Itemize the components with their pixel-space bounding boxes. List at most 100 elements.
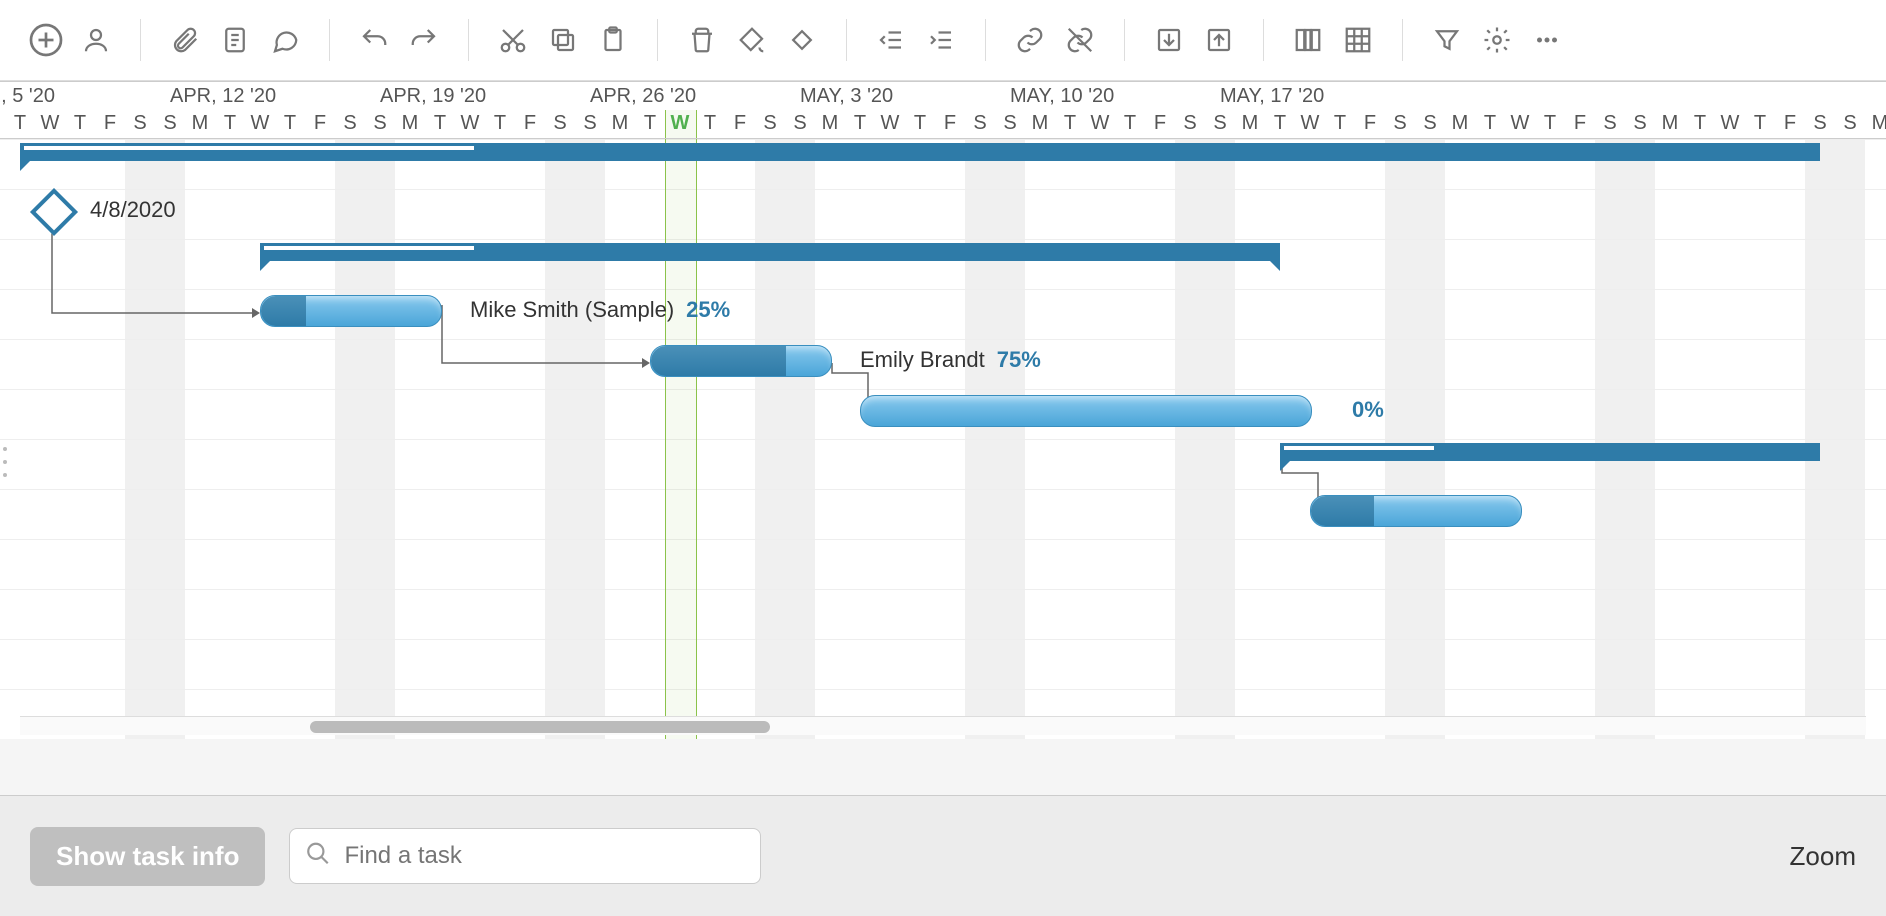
day-label: S (1805, 112, 1835, 135)
footer-bar: Show task info Zoom (0, 795, 1886, 916)
assign-button[interactable] (74, 18, 118, 62)
milestone-label: 4/8/2020 (90, 197, 176, 223)
day-label: S (965, 112, 995, 135)
week-label: APR, 12 '20 (170, 85, 276, 108)
paint-button[interactable] (730, 18, 774, 62)
outdent-button[interactable] (869, 18, 913, 62)
horizontal-scrollbar[interactable] (20, 716, 1866, 735)
week-label: APR, 5 '20 (0, 85, 55, 108)
day-label: S (1205, 112, 1235, 135)
day-label: T (1055, 112, 1085, 135)
copy-button[interactable] (541, 18, 585, 62)
import-button[interactable] (1147, 18, 1191, 62)
day-label: M (1445, 112, 1475, 135)
columns-button[interactable] (1286, 18, 1330, 62)
day-label: T (425, 112, 455, 135)
gantt-chart: APR, 5 '20 APR, 12 '20 APR, 19 '20 APR, 26 … (0, 81, 1886, 739)
indent-button[interactable] (919, 18, 963, 62)
unlink-button[interactable] (1058, 18, 1102, 62)
filter-button[interactable] (1425, 18, 1469, 62)
day-label: S (1385, 112, 1415, 135)
separator (1263, 19, 1264, 61)
day-label: T (275, 112, 305, 135)
day-label: M (1235, 112, 1265, 135)
week-label: MAY, 17 '20 (1220, 85, 1324, 108)
search-icon (305, 841, 331, 872)
day-label: M (1025, 112, 1055, 135)
gantt-row: 0% (0, 389, 1886, 439)
gantt-row (0, 489, 1886, 539)
more-button[interactable] (1525, 18, 1569, 62)
day-label: F (725, 112, 755, 135)
day-label: T (1685, 112, 1715, 135)
comment-button[interactable] (263, 18, 307, 62)
week-label: APR, 26 '20 (590, 85, 696, 108)
redo-button[interactable] (402, 18, 446, 62)
paste-button[interactable] (591, 18, 635, 62)
day-label: T (1745, 112, 1775, 135)
week-label: MAY, 10 '20 (1010, 85, 1114, 108)
separator (468, 19, 469, 61)
gantt-row (0, 239, 1886, 289)
gantt-body[interactable]: 4/8/2020 Mike Smith (Sample)25%Emily Bran… (0, 139, 1886, 739)
note-button[interactable] (213, 18, 257, 62)
gantt-row: Mike Smith (Sample)25% (0, 289, 1886, 339)
day-label: S (755, 112, 785, 135)
day-label: S (785, 112, 815, 135)
day-label: T (1265, 112, 1295, 135)
day-label: S (1835, 112, 1865, 135)
summary-bar[interactable] (260, 243, 1280, 261)
day-label: T (485, 112, 515, 135)
day-label: W (455, 112, 485, 135)
day-label: S (365, 112, 395, 135)
cut-button[interactable] (491, 18, 535, 62)
separator (985, 19, 986, 61)
bars-layer: 4/8/2020 Mike Smith (Sample)25%Emily Bran… (0, 139, 1886, 739)
day-label: F (305, 112, 335, 135)
week-label: APR, 19 '20 (380, 85, 486, 108)
day-label: S (155, 112, 185, 135)
day-label: S (545, 112, 575, 135)
day-label: S (335, 112, 365, 135)
task-bar[interactable] (650, 345, 832, 377)
side-handle[interactable] (0, 442, 10, 482)
attach-button[interactable] (163, 18, 207, 62)
toolbar (0, 0, 1886, 81)
day-label: W (1295, 112, 1325, 135)
show-task-info-button[interactable]: Show task info (30, 827, 265, 886)
link-button[interactable] (1008, 18, 1052, 62)
day-label: T (215, 112, 245, 135)
day-label: S (1625, 112, 1655, 135)
day-label: T (1325, 112, 1355, 135)
timeline-days: MTWTFSSMTWTFSSMTWTFSSMTWTFSSMTWTFSSMTWTF… (0, 110, 1886, 138)
task-bar[interactable] (260, 295, 442, 327)
separator (1402, 19, 1403, 61)
gantt-row: Emily Brandt75% (0, 339, 1886, 389)
day-label: T (845, 112, 875, 135)
undo-button[interactable] (352, 18, 396, 62)
day-label: F (1145, 112, 1175, 135)
day-label: T (905, 112, 935, 135)
day-label: W (1085, 112, 1115, 135)
task-bar[interactable] (1310, 495, 1522, 527)
summary-bar[interactable] (1280, 443, 1820, 461)
zoom-label: Zoom (1790, 841, 1856, 872)
separator (657, 19, 658, 61)
day-label: M (605, 112, 635, 135)
export-button[interactable] (1197, 18, 1241, 62)
day-label: T (695, 112, 725, 135)
summary-bar[interactable] (20, 143, 1820, 161)
delete-button[interactable] (680, 18, 724, 62)
milestone-diamond[interactable] (30, 188, 78, 236)
find-task-input[interactable] (289, 828, 761, 884)
separator (329, 19, 330, 61)
add-button[interactable] (24, 18, 68, 62)
scrollbar-thumb[interactable] (310, 721, 770, 733)
task-bar[interactable] (860, 395, 1312, 427)
grid-button[interactable] (1336, 18, 1380, 62)
task-label: 0% (1340, 397, 1384, 423)
day-label: M (1655, 112, 1685, 135)
day-label: F (935, 112, 965, 135)
milestone-button[interactable] (780, 18, 824, 62)
settings-button[interactable] (1475, 18, 1519, 62)
